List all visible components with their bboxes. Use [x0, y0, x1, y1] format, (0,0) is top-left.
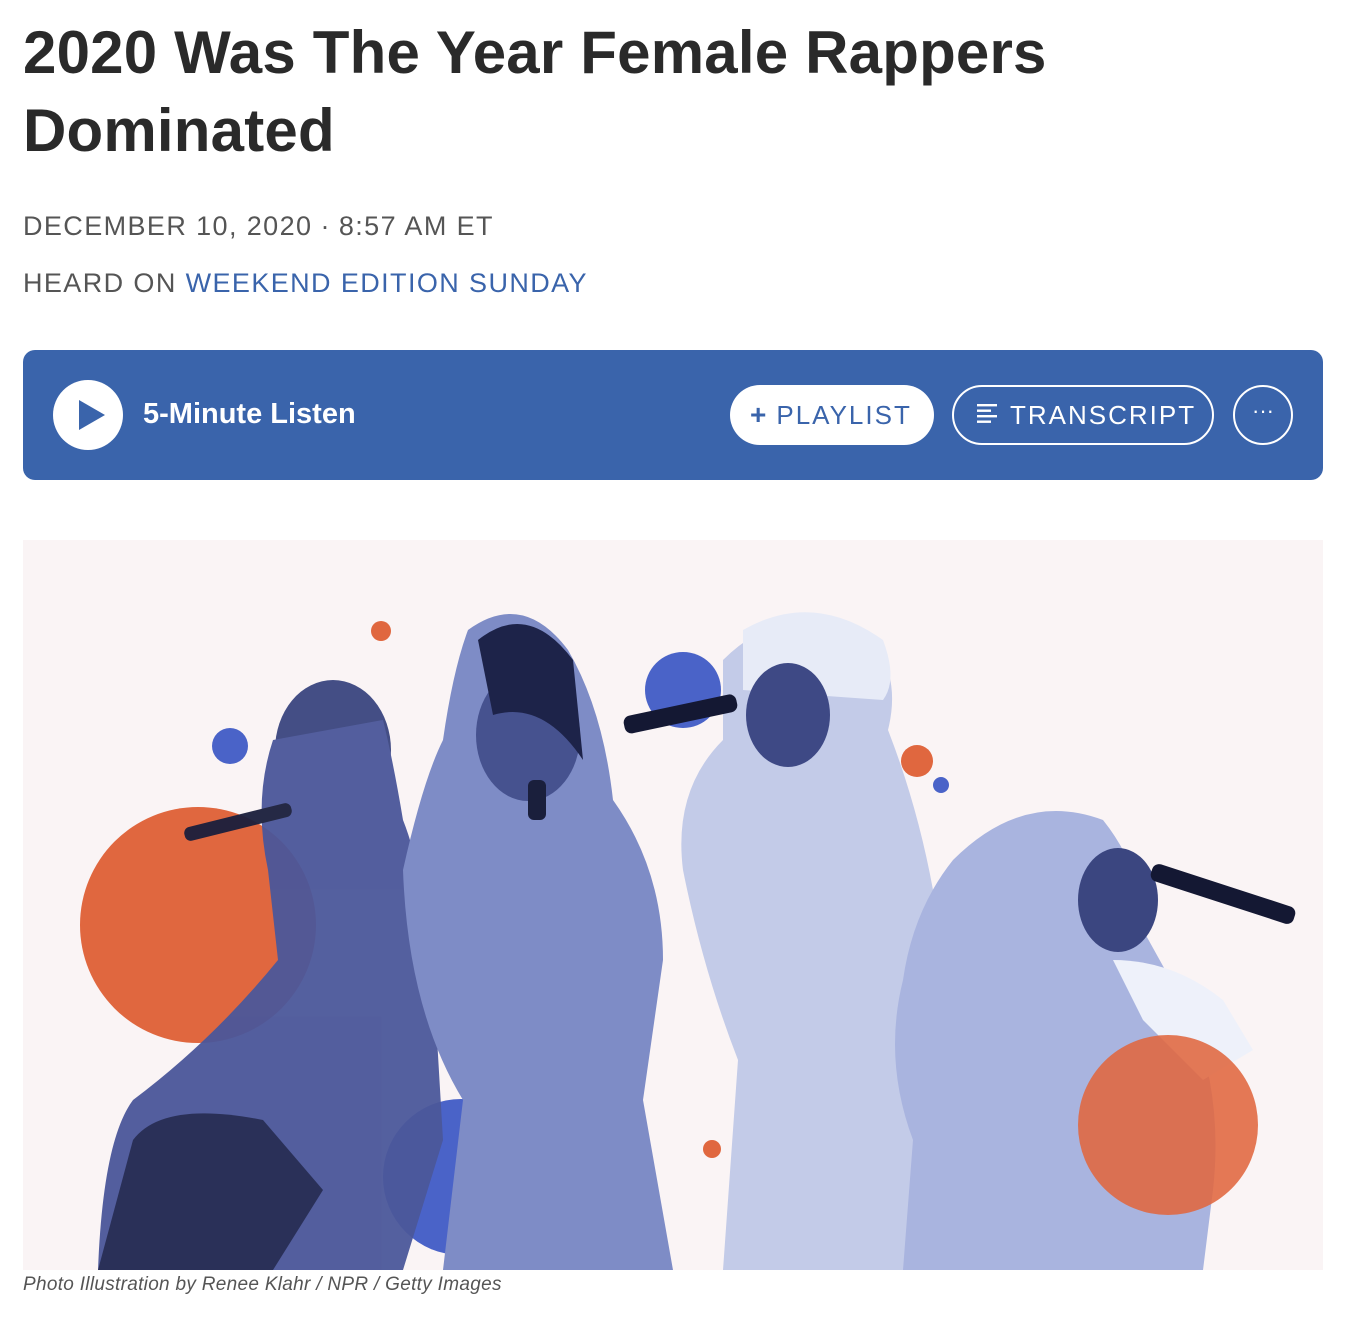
publish-time: 8:57 AM ET	[338, 211, 494, 241]
more-icon: ···	[1252, 398, 1274, 423]
play-button[interactable]	[53, 380, 123, 450]
orange-dot	[901, 745, 933, 777]
show-link[interactable]: WEEKEND EDITION SUNDAY	[186, 268, 588, 298]
publish-date: DECEMBER 10, 2020	[23, 211, 313, 241]
transcript-button[interactable]: TRANSCRIPT	[952, 385, 1214, 445]
blue-dot-small	[933, 777, 949, 793]
blue-dot	[212, 728, 248, 764]
orange-circle-front	[1078, 1035, 1258, 1215]
lines-icon	[976, 387, 998, 443]
orange-dot	[371, 621, 391, 641]
more-options-button[interactable]: ···	[1233, 385, 1293, 445]
dateline-separator: ·	[320, 211, 331, 241]
plus-icon: +	[750, 399, 769, 430]
audio-player: 5-Minute Listen + PLAYLIST TRANSCRIPT ···	[23, 350, 1323, 480]
play-icon	[79, 400, 105, 430]
playlist-label: PLAYLIST	[776, 400, 912, 430]
photo-illustration	[80, 612, 1296, 1270]
performer-silhouette-4	[895, 811, 1296, 1270]
image-caption: Photo Illustration by Renee Klahr / NPR …	[23, 1274, 502, 1295]
headline: 2020 Was The Year Female Rappers Dominat…	[23, 19, 1047, 164]
orange-dot-small	[703, 1140, 721, 1158]
article: 2020 Was The Year Female Rappers Dominat…	[23, 0, 1323, 1295]
heard-on: HEARD ON WEEKEND EDITION SUNDAY	[23, 265, 1323, 301]
heard-on-prefix: HEARD ON	[23, 268, 177, 298]
performer-silhouette-3	[623, 612, 943, 1270]
dateline: DECEMBER 10, 2020 · 8:57 AM ET	[23, 208, 1323, 244]
add-to-playlist-button[interactable]: + PLAYLIST	[730, 385, 934, 445]
lead-image	[23, 540, 1323, 1270]
listen-duration: 5-Minute Listen	[143, 398, 356, 430]
transcript-label: TRANSCRIPT	[1010, 400, 1197, 430]
